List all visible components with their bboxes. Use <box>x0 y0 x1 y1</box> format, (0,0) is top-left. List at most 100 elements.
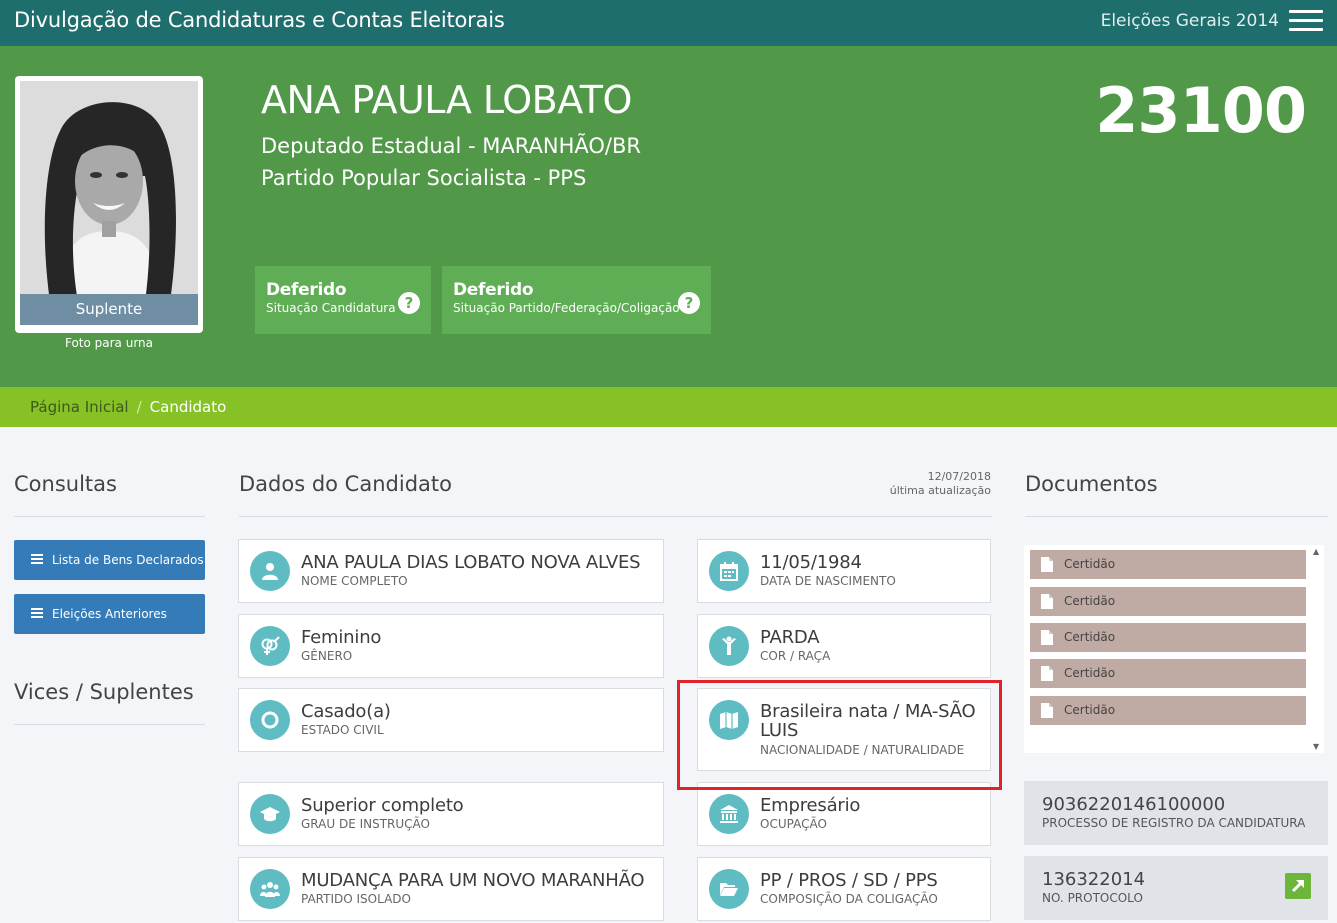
file-icon <box>1041 666 1053 681</box>
card-value: ANA PAULA DIAS LOBATO NOVA ALVES <box>301 552 641 573</box>
file-icon <box>1041 630 1053 645</box>
processo-number: 9036220146100000 <box>1042 794 1226 815</box>
breadcrumb-current: Candidato <box>149 398 227 416</box>
user-icon <box>250 551 290 591</box>
candidate-hero: Suplente Foto para urna ANA PAULA LOBATO… <box>0 46 1337 387</box>
status-value: Deferido <box>266 280 347 300</box>
update-date: 12/07/2018 <box>927 470 991 483</box>
card-value: Superior completo <box>301 795 464 816</box>
scroll-down-arrow-icon[interactable]: ▼ <box>1313 742 1319 751</box>
button-label: Lista de Bens Declarados <box>52 553 204 567</box>
document-item[interactable]: Certidão <box>1030 550 1306 579</box>
document-item[interactable]: Certidão <box>1030 696 1306 725</box>
photo-status-label: Suplente <box>20 294 198 325</box>
candidate-photo-card: Suplente <box>15 76 203 333</box>
card-value: 11/05/1984 <box>760 552 862 573</box>
status-candidatura: Deferido Situação Candidatura ? <box>255 266 431 334</box>
card-value: PARDA <box>760 627 820 648</box>
scroll-up-arrow-icon[interactable]: ▲ <box>1313 547 1319 556</box>
card-label: COMPOSIÇÃO DA COLIGAÇÃO <box>760 892 938 906</box>
breadcrumb-home-link[interactable]: Página Inicial <box>30 398 129 416</box>
hamburger-menu-icon[interactable] <box>1289 10 1323 32</box>
document-label: Certidão <box>1064 557 1116 571</box>
group-icon <box>250 869 290 909</box>
lista-bens-button[interactable]: Lista de Bens Declarados <box>14 540 205 580</box>
card-partido-isolado: MUDANÇA PARA UM NOVO MARANHÃO PARTIDO IS… <box>238 857 664 921</box>
calendar-icon <box>709 551 749 591</box>
processo-label: PROCESSO DE REGISTRO DA CANDIDATURA <box>1042 816 1306 830</box>
vices-suplentes-heading: Vices / Suplentes <box>14 680 194 704</box>
card-value: Casado(a) <box>301 701 391 722</box>
document-label: Certidão <box>1064 630 1116 644</box>
document-label: Certidão <box>1064 594 1116 608</box>
document-label: Certidão <box>1064 703 1116 717</box>
status-label: Situação Candidatura <box>266 301 396 315</box>
card-value: PP / PROS / SD / PPS <box>760 870 938 891</box>
card-label: NOME COMPLETO <box>301 574 408 588</box>
card-label: GRAU DE INSTRUÇÃO <box>301 817 430 831</box>
external-link-icon[interactable] <box>1285 873 1311 899</box>
site-title: Divulgação de Candidaturas e Contas Elei… <box>14 8 505 32</box>
candidate-office: Deputado Estadual - MARANHÃO/BR <box>261 134 641 158</box>
bank-icon <box>709 794 749 834</box>
status-value: Deferido <box>453 280 534 300</box>
card-value: MUDANÇA PARA UM NOVO MARANHÃO <box>301 870 645 891</box>
breadcrumb: Página Inicial / Candidato <box>0 387 1337 427</box>
ring-icon <box>250 700 290 740</box>
last-update: 12/07/2018 última atualização <box>890 470 991 498</box>
file-icon <box>1041 703 1053 718</box>
document-item[interactable]: Certidão <box>1030 587 1306 616</box>
processo-registro-box: 9036220146100000 PROCESSO DE REGISTRO DA… <box>1024 781 1328 845</box>
list-icon <box>31 608 43 618</box>
card-label: GÊNERO <box>301 649 353 663</box>
file-icon <box>1041 594 1053 609</box>
status-partido: Deferido Situação Partido/Federação/Coli… <box>442 266 711 334</box>
update-label: última atualização <box>889 484 991 497</box>
candidate-name: ANA PAULA LOBATO <box>261 78 632 122</box>
map-icon <box>709 700 749 740</box>
protocolo-label: NO. PROTOCOLO <box>1042 891 1143 905</box>
election-label: Eleições Gerais 2014 <box>1100 11 1279 31</box>
card-nome-completo: ANA PAULA DIAS LOBATO NOVA ALVES NOME CO… <box>238 539 664 603</box>
protocolo-box: 136322014 NO. PROTOCOLO <box>1024 856 1328 920</box>
card-estado-civil: Casado(a) ESTADO CIVIL <box>238 688 664 752</box>
candidate-photo <box>20 81 198 302</box>
consultas-heading: Consultas <box>14 472 117 496</box>
photo-caption: Foto para urna <box>64 336 154 350</box>
document-label: Certidão <box>1064 666 1116 680</box>
document-item[interactable]: Certidão <box>1030 623 1306 652</box>
eleicoes-anteriores-button[interactable]: Eleições Anteriores <box>14 594 205 634</box>
documents-scrollbar[interactable]: ▲ ▼ <box>1310 545 1324 753</box>
document-item[interactable]: Certidão <box>1030 659 1306 688</box>
list-icon <box>31 554 43 564</box>
button-label: Eleições Anteriores <box>52 607 167 621</box>
card-nacionalidade: Brasileira nata / MA-SÃO LUIS NACIONALID… <box>697 688 991 771</box>
card-label: PARTIDO ISOLADO <box>301 892 411 906</box>
card-ocupacao: Empresário OCUPAÇÃO <box>697 782 991 846</box>
card-coligacao: PP / PROS / SD / PPS COMPOSIÇÃO DA COLIG… <box>697 857 991 921</box>
dados-heading: Dados do Candidato <box>239 472 452 496</box>
documentos-heading: Documentos <box>1025 472 1158 496</box>
help-icon[interactable]: ? <box>398 292 420 314</box>
graduation-cap-icon <box>250 794 290 834</box>
gender-icon <box>250 626 290 666</box>
file-icon <box>1041 557 1053 572</box>
card-label: DATA DE NASCIMENTO <box>760 574 896 588</box>
card-label: COR / RAÇA <box>760 649 831 663</box>
documentos-list[interactable]: Certidão Certidão Certidão Certidão Cert… <box>1024 545 1324 753</box>
divider <box>14 724 205 725</box>
divider <box>239 516 992 517</box>
candidate-party: Partido Popular Socialista - PPS <box>261 166 587 190</box>
breadcrumb-separator: / <box>136 398 142 416</box>
card-data-nascimento: 11/05/1984 DATA DE NASCIMENTO <box>697 539 991 603</box>
card-value: Brasileira nata / MA-SÃO LUIS <box>760 701 976 741</box>
card-label: NACIONALIDADE / NATURALIDADE <box>760 743 965 757</box>
help-icon[interactable]: ? <box>678 292 700 314</box>
top-bar: Divulgação de Candidaturas e Contas Elei… <box>0 0 1337 46</box>
candidate-number: 23100 <box>1095 74 1307 147</box>
divider <box>14 516 205 517</box>
card-grau-instrucao: Superior completo GRAU DE INSTRUÇÃO <box>238 782 664 846</box>
person-arms-up-icon <box>709 626 749 666</box>
card-genero: Feminino GÊNERO <box>238 614 664 678</box>
status-label: Situação Partido/Federação/Coligação <box>453 301 680 315</box>
